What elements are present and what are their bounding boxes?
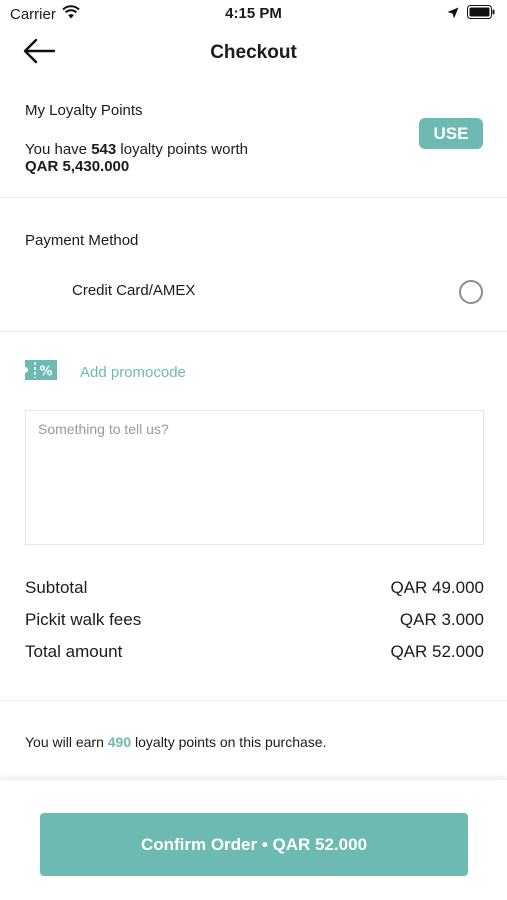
bottom-bar: Confirm Order • QAR 52.000 (0, 780, 507, 900)
page-title: Checkout (210, 42, 297, 63)
summary-row-total: Total amount QAR 52.000 (25, 642, 484, 674)
summary-row-subtotal: Subtotal QAR 49.000 (25, 578, 484, 610)
summary-label: Pickit walk fees (25, 610, 142, 629)
svg-text:%: % (39, 364, 52, 379)
earn-points-text: You will earn 490 loyalty points on this… (25, 734, 326, 750)
confirm-order-button[interactable]: Confirm Order • QAR 52.000 (40, 813, 468, 876)
loyalty-text-prefix: You have (25, 141, 88, 158)
order-summary: Subtotal QAR 49.000 Pickit walk fees QAR… (25, 578, 484, 674)
earn-suffix: loyalty points on this purchase. (135, 734, 327, 750)
loyalty-description: You have 543 loyalty points worth (25, 141, 248, 158)
summary-row-fees: Pickit walk fees QAR 3.000 (25, 610, 484, 642)
loyalty-points-count: 543 (91, 141, 117, 158)
battery-icon (467, 5, 495, 24)
payment-radio-button[interactable] (459, 280, 483, 304)
loyalty-worth: QAR 5,430.000 (25, 158, 130, 175)
header: Checkout (0, 28, 507, 80)
order-notes-input[interactable] (25, 410, 484, 545)
payment-title: Payment Method (25, 232, 139, 249)
status-right-group (447, 5, 495, 24)
loyalty-title: My Loyalty Points (25, 102, 143, 119)
promocode-label: Add promocode (80, 363, 186, 381)
use-points-button[interactable]: USE (419, 118, 483, 149)
summary-value: QAR 3.000 (399, 610, 484, 629)
summary-label: Subtotal (25, 578, 88, 597)
status-time: 4:15 PM (225, 5, 282, 22)
summary-label: Total amount (25, 642, 123, 661)
payment-section: Payment Method Credit Card/AMEX (0, 199, 507, 332)
ticket-percent-icon: % (22, 359, 57, 386)
location-arrow-icon (447, 6, 459, 24)
earn-points-count: 490 (107, 734, 132, 750)
status-bar: Carrier 4:15 PM (0, 0, 507, 28)
loyalty-section: My Loyalty Points You have 543 loyalty p… (0, 100, 507, 198)
earn-prefix: You will earn (25, 734, 104, 750)
payment-option-label: Credit Card/AMEX (72, 282, 196, 299)
summary-value: QAR 49.000 (390, 578, 484, 597)
earn-points-section: You will earn 490 loyalty points on this… (0, 700, 507, 780)
loyalty-text-suffix: loyalty points worth (120, 141, 248, 158)
summary-value: QAR 52.000 (390, 642, 484, 661)
add-promocode-link[interactable]: % Add promocode (22, 358, 186, 386)
payment-option-credit-card[interactable]: Credit Card/AMEX (0, 271, 507, 311)
